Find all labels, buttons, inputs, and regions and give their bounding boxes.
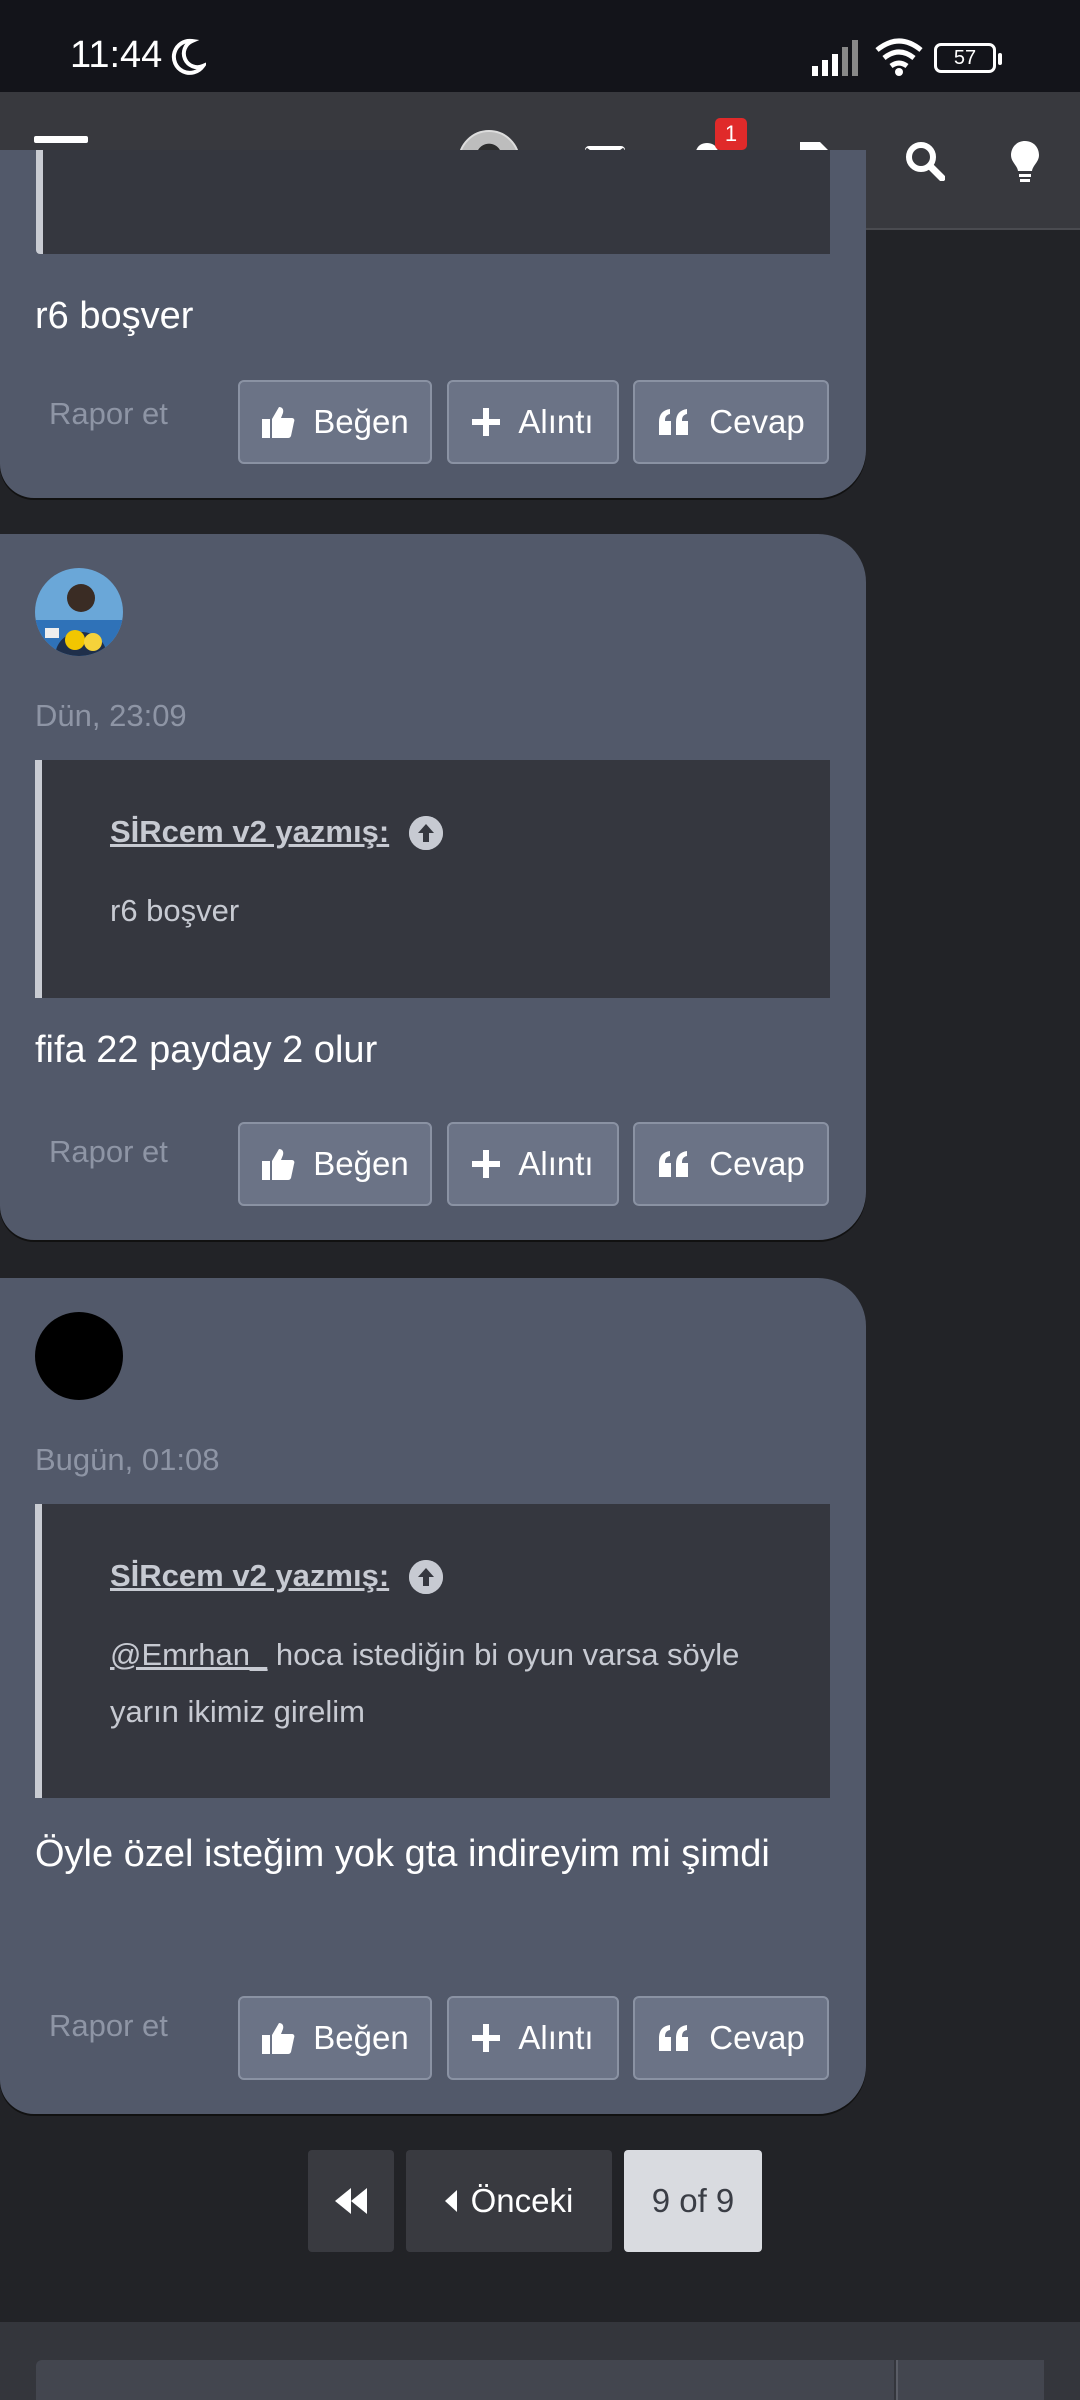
previous-page-button[interactable]: Önceki <box>406 2150 612 2252</box>
like-label: Beğen <box>313 403 409 440</box>
author-avatar[interactable] <box>35 568 123 656</box>
reply-button[interactable]: Cevap <box>633 380 829 464</box>
quote-label: Alıntı <box>518 1145 594 1182</box>
battery-indicator: 57 <box>934 43 1002 73</box>
quote-block: SİRcem v2 yazmış: @Emrhan_ hoca istediği… <box>35 1504 830 1798</box>
quote-text: @Emrhan_ hoca istediğin bi oyun varsa sö… <box>110 1626 800 1740</box>
report-link[interactable]: Rapor et <box>49 1134 168 1170</box>
quote-button[interactable]: Alıntı <box>447 1996 619 2080</box>
plus-icon <box>472 408 501 436</box>
quote-author-link[interactable]: SİRcem v2 yazmış: <box>110 1558 389 1594</box>
arrow-up-circle-icon[interactable] <box>409 816 443 850</box>
thumbs-up-icon <box>262 1149 295 1180</box>
first-page-button[interactable] <box>308 2150 394 2252</box>
status-bar: 11:44 57 <box>0 0 1080 92</box>
lightbulb-icon[interactable] <box>990 126 1060 196</box>
notification-badge: 1 <box>715 118 747 150</box>
quote-text: r6 boşver <box>110 893 240 928</box>
like-button[interactable]: Beğen <box>238 1996 432 2080</box>
quote-block <box>36 150 830 254</box>
like-label: Beğen <box>313 1145 409 1182</box>
reply-button[interactable]: Cevap <box>633 1996 829 2080</box>
editor-toolbar-more[interactable] <box>896 2360 1044 2400</box>
quote-label: Alıntı <box>518 2019 594 2056</box>
post-timestamp: Dün, 23:09 <box>35 698 187 733</box>
current-page-indicator[interactable]: 9 of 9 <box>624 2150 762 2252</box>
quote-button[interactable]: Alıntı <box>447 1122 619 1206</box>
rewind-icon <box>335 2188 367 2214</box>
arrow-up-circle-icon[interactable] <box>409 1560 443 1594</box>
reply-editor-area <box>0 2322 1080 2400</box>
post-timestamp: Bugün, 01:08 <box>35 1442 220 1477</box>
previous-label: Önceki <box>470 2182 574 2219</box>
quote-button[interactable]: Alıntı <box>447 380 619 464</box>
post-message: fifa 22 payday 2 olur <box>35 1029 378 1071</box>
plus-icon <box>472 1150 501 1178</box>
post-card: r6 boşver Rapor et Beğen Alıntı Cevap <box>0 150 866 498</box>
report-link[interactable]: Rapor et <box>49 2008 168 2044</box>
editor-toolbar[interactable] <box>36 2360 894 2400</box>
thumbs-up-icon <box>262 407 295 438</box>
signal-icon <box>812 40 858 76</box>
thumbs-up-icon <box>262 2023 295 2054</box>
plus-icon <box>472 2024 501 2052</box>
report-link[interactable]: Rapor et <box>49 396 168 432</box>
like-button[interactable]: Beğen <box>238 380 432 464</box>
reply-label: Cevap <box>709 2019 805 2056</box>
quote-label: Alıntı <box>518 403 594 440</box>
quote-icon <box>659 1151 689 1177</box>
post-card: Dün, 23:09 SİRcem v2 yazmış: r6 boşver f… <box>0 534 866 1240</box>
like-button[interactable]: Beğen <box>238 1122 432 1206</box>
author-avatar[interactable] <box>35 1312 123 1400</box>
battery-level: 57 <box>953 47 977 69</box>
quote-author-link[interactable]: SİRcem v2 yazmış: <box>110 814 389 850</box>
search-icon[interactable] <box>890 126 960 196</box>
reply-button[interactable]: Cevap <box>633 1122 829 1206</box>
moon-icon <box>171 38 206 75</box>
wifi-icon <box>875 38 923 76</box>
reply-label: Cevap <box>709 1145 805 1182</box>
reply-label: Cevap <box>709 403 805 440</box>
quote-block: SİRcem v2 yazmış: r6 boşver <box>35 760 830 998</box>
status-time: 11:44 <box>70 34 163 76</box>
like-label: Beğen <box>313 2019 409 2056</box>
quote-icon <box>659 2025 689 2051</box>
caret-left-icon <box>444 2190 457 2212</box>
post-message: r6 boşver <box>35 295 194 337</box>
mention-link[interactable]: @Emrhan_ <box>110 1637 267 1672</box>
quote-icon <box>659 409 689 435</box>
post-card: Bugün, 01:08 SİRcem v2 yazmış: @Emrhan_ … <box>0 1278 866 2114</box>
post-message: Öyle özel isteğim yok gta indireyim mi ş… <box>35 1833 770 1875</box>
